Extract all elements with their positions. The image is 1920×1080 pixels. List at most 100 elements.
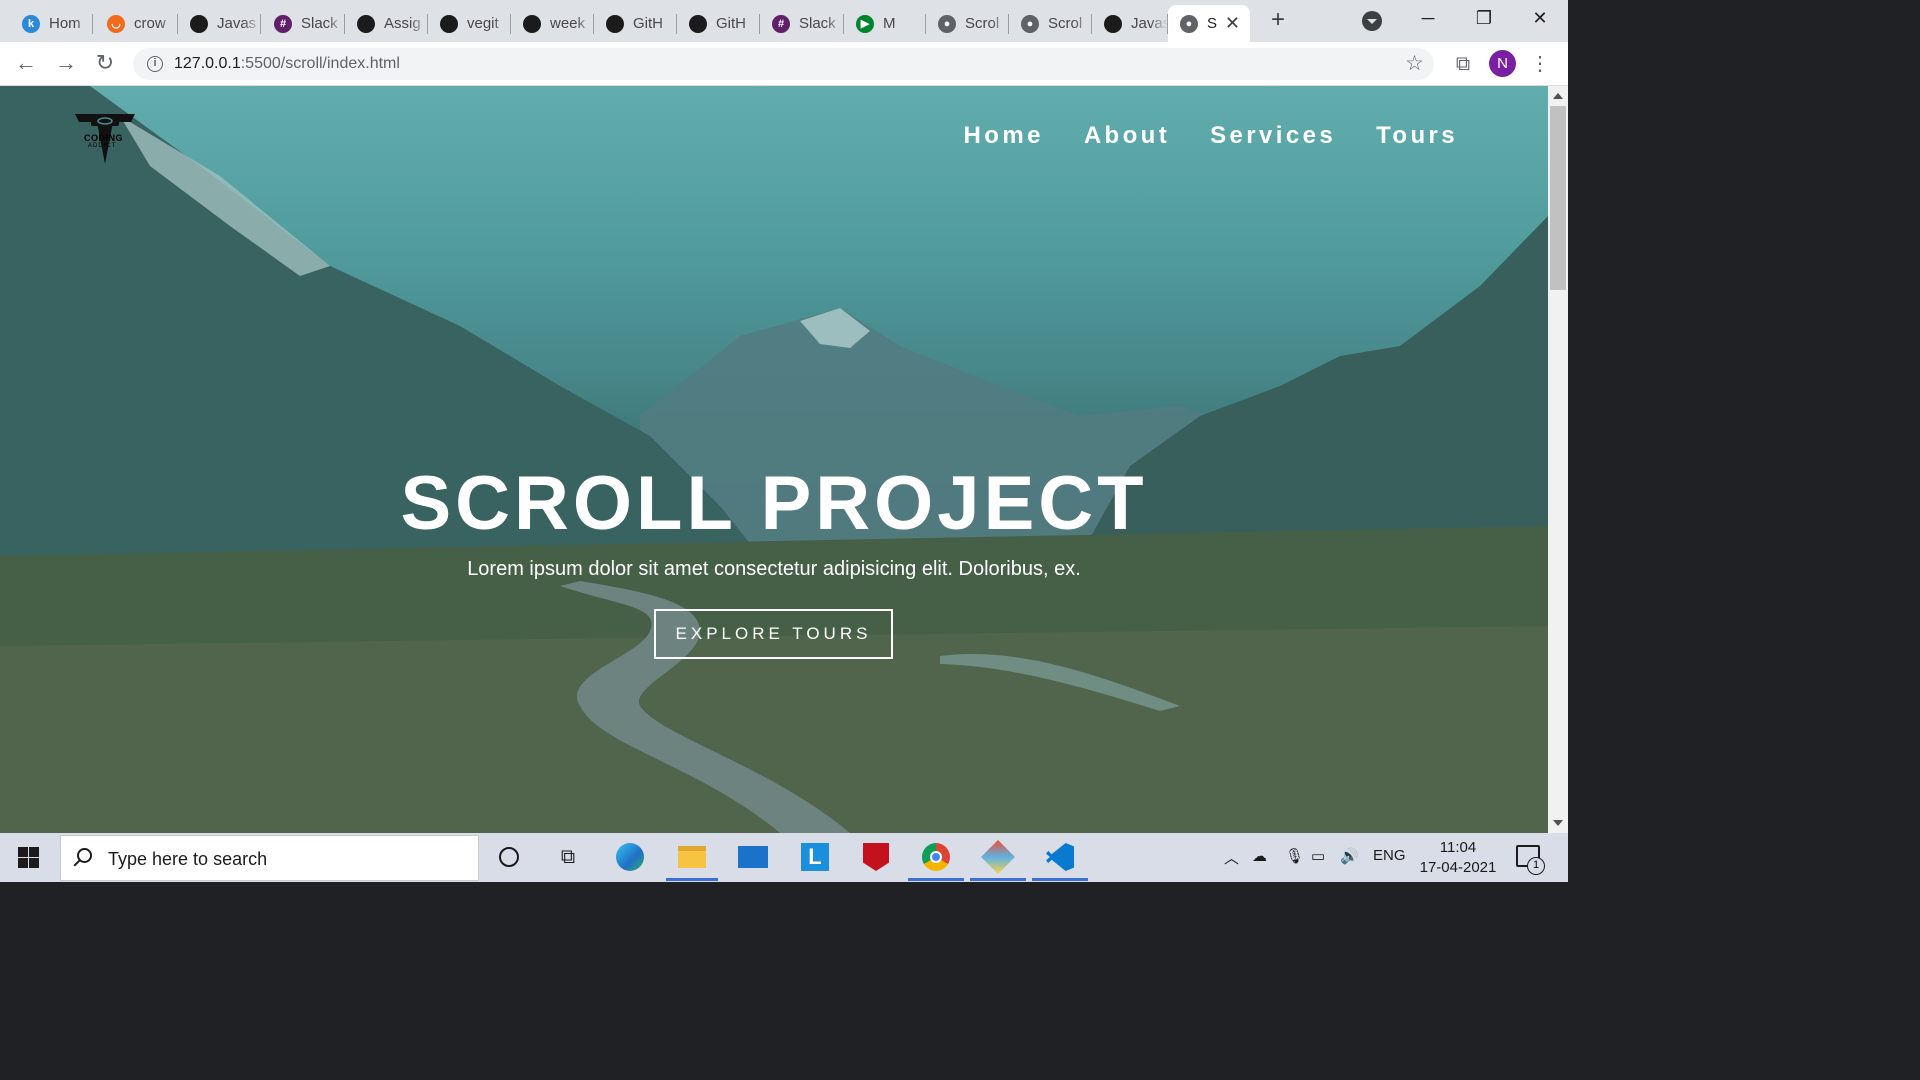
git-gui-icon[interactable] [981,840,1015,874]
explore-tours-button[interactable]: EXPLORE TOURS [654,609,893,659]
window-close-button[interactable]: ✕ [1512,0,1568,38]
browser-tab[interactable]: ▶ M [844,5,926,42]
taskbar-clock[interactable]: 11:04 17-04-2021 [1410,838,1506,878]
nav-link-services[interactable]: Services [1210,122,1336,150]
vscode-icon[interactable] [1045,842,1075,872]
tab-title: M [883,15,896,32]
browser-tab[interactable]: Javas [1092,5,1168,42]
tab-fade [742,5,760,42]
edge-browser-icon[interactable] [615,842,645,872]
nav-link-tours[interactable]: Tours [1376,122,1458,150]
show-hidden-icons-chevron-icon[interactable]: ︿ [1224,847,1239,868]
taskbar-search-box[interactable]: Type here to search [60,835,479,881]
chrome-icon[interactable] [921,842,951,872]
tab-fade [659,5,677,42]
browser-tab[interactable]: Javas [178,5,261,42]
microphone-icon[interactable]: 🎙 [1285,847,1304,865]
clock-date: 17-04-2021 [1419,859,1497,876]
notification-count-badge: 1 [1527,857,1545,875]
address-bar[interactable]: i 127.0.0.1:5500/scroll/index.html ☆ [133,48,1434,80]
search-icon [77,848,92,863]
nav-link-home[interactable]: Home [964,122,1044,150]
running-indicator [1032,878,1088,881]
browser-tab[interactable]: ● S ✕ [1168,5,1250,42]
cortana-icon[interactable] [494,842,524,872]
k-icon: k [22,14,40,33]
url-text[interactable]: 127.0.0.1:5500/scroll/index.html [174,55,400,73]
mail-icon[interactable] [738,842,768,872]
running-indicator [666,878,718,881]
logo-subtext: ADDICT [88,143,117,149]
browser-tab[interactable]: ● Scrol [1009,5,1092,42]
file-explorer-icon[interactable] [677,842,707,872]
globe-icon: ● [938,14,956,33]
menu-kebab-icon[interactable]: ⋮ [1530,51,1550,76]
github-icon [523,14,541,33]
tab-separator [92,14,93,34]
tab-fade [75,5,93,42]
tab-fade [160,5,178,42]
browser-toolbar: ← → ↻ i 127.0.0.1:5500/scroll/index.html… [0,42,1568,86]
browser-tab[interactable]: ● Scrol [926,5,1009,42]
battery-icon[interactable]: ▭ [1311,847,1325,865]
back-arrow-icon[interactable]: ← [13,51,39,77]
tab-fade [243,5,261,42]
page-scrollbar[interactable] [1548,86,1568,833]
main-navigation: Home About Services Tours [964,122,1458,150]
mcafee-shield-icon[interactable] [861,842,891,872]
globe-icon: ● [1021,14,1039,33]
minimize-button[interactable]: ─ [1400,0,1456,38]
crowdfund-icon: ◡ [107,14,125,33]
url-host: 127.0.0.1 [174,55,241,72]
bookmark-star-icon[interactable]: ☆ [1405,51,1424,76]
tab-fade [493,5,511,42]
restore-button[interactable]: ❐ [1456,0,1512,38]
browser-tab[interactable]: vegit [428,5,511,42]
reload-icon[interactable]: ↻ [92,51,118,77]
launcher-l-icon[interactable]: L [800,842,830,872]
browser-tab[interactable]: ◡ crow [95,5,178,42]
github-icon [440,14,458,33]
taskbar-search-placeholder: Type here to search [108,849,268,869]
extensions-puzzle-icon[interactable]: ⧉ [1452,53,1474,75]
github-icon [357,14,375,33]
browser-tab[interactable]: GitH [677,5,760,42]
browser-tab[interactable]: Assig [345,5,428,42]
tab-fade [410,5,428,42]
tab-fade [826,5,844,42]
browser-tab[interactable]: week [511,5,594,42]
browser-tab[interactable]: # Slack [262,5,345,42]
slack-icon: # [772,14,790,33]
scrollbar-thumb[interactable] [1550,106,1566,290]
url-path: :5500/scroll/index.html [240,55,400,72]
page-viewport: CODING ADDICT Home About Services Tours … [0,86,1548,833]
nav-link-about[interactable]: About [1084,122,1170,150]
browser-tab-strip: + ─ ❐ ✕ k Hom ◡ crow Javas # Slack Assig vegit we… [0,0,1568,42]
running-indicator [970,878,1026,881]
language-indicator[interactable]: ENG [1373,847,1406,864]
site-info-icon[interactable]: i [147,56,163,72]
browser-tab[interactable]: k Hom [10,5,93,42]
github-icon [1104,14,1122,33]
tab-title: S [1207,15,1218,32]
browser-tab[interactable]: GitH [594,5,677,42]
new-tab-button[interactable]: + [1264,7,1292,35]
hero-subtitle: Lorem ipsum dolor sit amet consectetur a… [467,558,1081,580]
task-view-icon[interactable]: ⧉ [553,842,583,872]
tab-fade [1150,5,1168,42]
globe-icon: ● [1180,14,1198,33]
onedrive-cloud-icon[interactable]: ☁ [1252,847,1267,865]
profile-avatar[interactable]: N [1489,50,1516,77]
scroll-down-arrow-icon[interactable] [1553,820,1563,826]
scroll-up-arrow-icon[interactable] [1553,93,1563,99]
windows-taskbar: Type here to search ⧉ L ︿ ☁ 🎙 ▭ 🔊 ENG 11… [0,833,1568,882]
clock-time: 11:04 [1439,839,1477,856]
windows-start-icon[interactable] [18,847,39,868]
running-indicator [908,878,964,881]
tab-close-icon[interactable]: ✕ [1225,13,1240,34]
browser-tab[interactable]: # Slack [760,5,844,42]
forward-arrow-icon[interactable]: → [53,51,79,77]
tab-search-icon[interactable] [1362,11,1382,31]
volume-icon[interactable]: 🔊 [1340,847,1359,865]
tab-fade [327,5,345,42]
